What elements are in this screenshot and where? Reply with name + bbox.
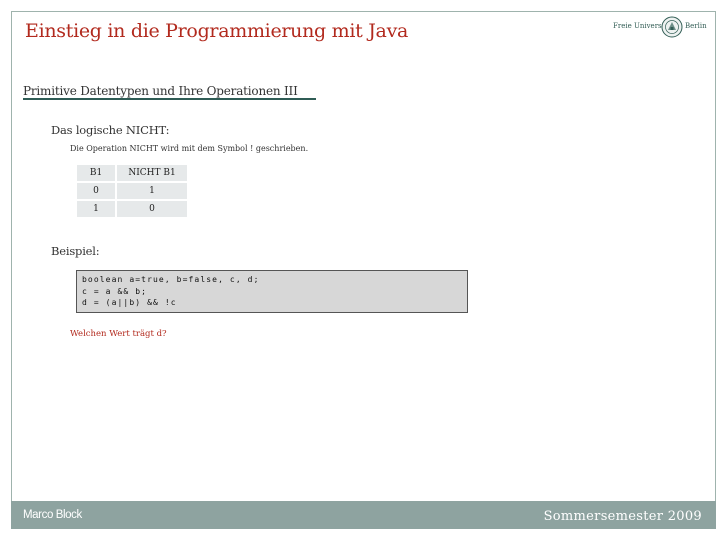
footer-bar: Marco Block Sommersemester 2009 (11, 501, 716, 529)
section-subtitle: Primitive Datentypen und Ihre Operatione… (23, 84, 298, 98)
code-line: boolean a=true, b=false, c, d; (82, 275, 260, 284)
subtitle-underline (23, 98, 316, 100)
university-seal-icon (661, 16, 683, 38)
table-row: 1 0 (77, 201, 187, 217)
section-description: Die Operation NICHT wird mit dem Symbol … (70, 144, 309, 153)
table-row: 0 1 (77, 183, 187, 199)
table-header-b1: B1 (77, 165, 115, 181)
table-header-row: B1 NICHT B1 (77, 165, 187, 181)
table-header-not-b1: NICHT B1 (117, 165, 187, 181)
table-cell: 0 (117, 201, 187, 217)
section-heading: Das logische NICHT: (51, 123, 170, 137)
code-line: c = a && b; (82, 286, 148, 296)
footer-semester: Sommersemester 2009 (543, 509, 702, 524)
slide-title: Einstieg in die Programmierung mit Java (25, 20, 409, 42)
table-cell: 1 (117, 183, 187, 199)
truth-table: B1 NICHT B1 0 1 1 0 (75, 163, 189, 219)
table-cell: 0 (77, 183, 115, 199)
example-label: Beispiel: (51, 244, 100, 258)
logo-text-right: Berlin (685, 22, 707, 30)
example-question: Welchen Wert trägt d? (70, 329, 167, 339)
table-cell: 1 (77, 201, 115, 217)
code-line: d = (a||b) && !c (82, 298, 177, 307)
footer-author: Marco Block (23, 509, 82, 521)
code-block: boolean a=true, b=false, c, d; c = a && … (76, 270, 468, 313)
university-logo: Freie Universität Berlin (613, 16, 707, 40)
